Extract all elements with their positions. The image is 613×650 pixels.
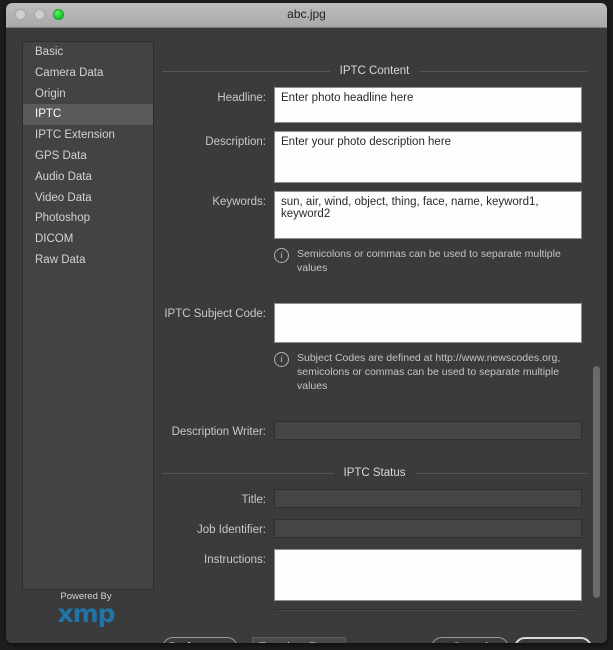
- field-row-keywords: Keywords:: [162, 191, 587, 239]
- section-rule-left: [162, 70, 330, 72]
- preferences-button[interactable]: Preferences: [162, 637, 238, 643]
- dialog-body: Basic Camera Data Origin IPTC IPTC Exten…: [6, 28, 607, 643]
- iptc-subject-code-label: IPTC Subject Code:: [164, 308, 266, 320]
- subject-code-hint-text: Subject Codes are defined at http://www.…: [297, 352, 561, 392]
- job-identifier-input[interactable]: [274, 519, 582, 538]
- template-dropdown-label: Template Fo..: [259, 642, 330, 643]
- template-folder-dropdown[interactable]: Template Fo.. ∨: [252, 637, 346, 643]
- dialog-footer: Powered By xmp: [6, 590, 607, 643]
- info-icon: i: [274, 248, 289, 263]
- sidebar-item-iptc-extension[interactable]: IPTC Extension: [23, 125, 153, 146]
- sidebar-item-photoshop[interactable]: Photoshop: [23, 208, 153, 229]
- metadata-form-panel: IPTC Content Headline: Description: Keyw…: [162, 41, 587, 611]
- sidebar-item-origin[interactable]: Origin: [23, 84, 153, 105]
- xmp-logo: Powered By xmp: [34, 591, 138, 626]
- keywords-label: Keywords:: [212, 196, 266, 208]
- sidebar-item-iptc[interactable]: IPTC: [23, 104, 153, 126]
- form-scrollbar-thumb[interactable]: [593, 366, 600, 598]
- section-rule-left: [162, 472, 334, 474]
- field-row-headline: Headline:: [162, 87, 587, 123]
- keywords-hint-text: Semicolons or commas can be used to sepa…: [297, 248, 561, 274]
- sidebar-item-video-data[interactable]: Video Data: [23, 188, 153, 209]
- ok-button[interactable]: OK: [514, 637, 592, 643]
- sidebar-item-camera-data[interactable]: Camera Data: [23, 63, 153, 84]
- metadata-category-sidebar[interactable]: Basic Camera Data Origin IPTC IPTC Exten…: [22, 41, 154, 590]
- job-identifier-label: Job Identifier:: [196, 524, 266, 536]
- section-title-iptc-status: IPTC Status: [343, 467, 406, 479]
- section-rule-right: [419, 70, 587, 72]
- chevron-down-icon: ∨: [332, 643, 339, 644]
- sidebar-item-dicom[interactable]: DICOM: [23, 229, 153, 250]
- sidebar-item-basic[interactable]: Basic: [23, 42, 153, 63]
- sidebar-item-gps-data[interactable]: GPS Data: [23, 146, 153, 167]
- info-icon: i: [274, 352, 289, 367]
- field-row-job-identifier: Job Identifier:: [162, 519, 587, 541]
- field-row-subject-code: IPTC Subject Code:: [162, 303, 587, 343]
- cancel-button[interactable]: Cancel: [431, 637, 509, 643]
- headline-label: Headline:: [217, 92, 266, 104]
- field-row-description-writer: Description Writer:: [162, 421, 587, 443]
- field-row-description: Description:: [162, 131, 587, 183]
- form-vertical-scrollbar[interactable]: [592, 41, 601, 611]
- sidebar-item-audio-data[interactable]: Audio Data: [23, 167, 153, 188]
- instructions-label: Instructions:: [204, 554, 266, 566]
- window-title: abc.jpg: [287, 7, 326, 21]
- description-label: Description:: [205, 136, 266, 148]
- section-header-iptc-status: IPTC Status: [162, 465, 587, 481]
- field-row-title: Title:: [162, 489, 587, 511]
- metadata-form: IPTC Content Headline: Description: Keyw…: [162, 63, 587, 611]
- description-input[interactable]: [274, 131, 582, 183]
- keywords-input[interactable]: [274, 191, 582, 239]
- section-rule-right: [415, 472, 587, 474]
- sidebar-item-raw-data[interactable]: Raw Data: [23, 250, 153, 271]
- headline-input[interactable]: [274, 87, 582, 123]
- section-header-iptc-content: IPTC Content: [162, 63, 587, 79]
- keywords-hint: i Semicolons or commas can be used to se…: [274, 247, 574, 275]
- xmp-wordmark: xmp: [57, 599, 115, 628]
- title-label: Title:: [241, 494, 267, 506]
- description-writer-label: Description Writer:: [171, 426, 266, 438]
- section-title-iptc-content: IPTC Content: [339, 65, 410, 77]
- iptc-subject-code-input[interactable]: [274, 303, 582, 343]
- title-input[interactable]: [274, 489, 582, 508]
- description-writer-input[interactable]: [274, 421, 582, 440]
- window-titlebar: abc.jpg: [6, 3, 607, 28]
- subject-code-hint: i Subject Codes are defined at http://ww…: [274, 351, 574, 393]
- metadata-dialog-window: abc.jpg Basic Camera Data Origin IPTC IP…: [6, 3, 607, 643]
